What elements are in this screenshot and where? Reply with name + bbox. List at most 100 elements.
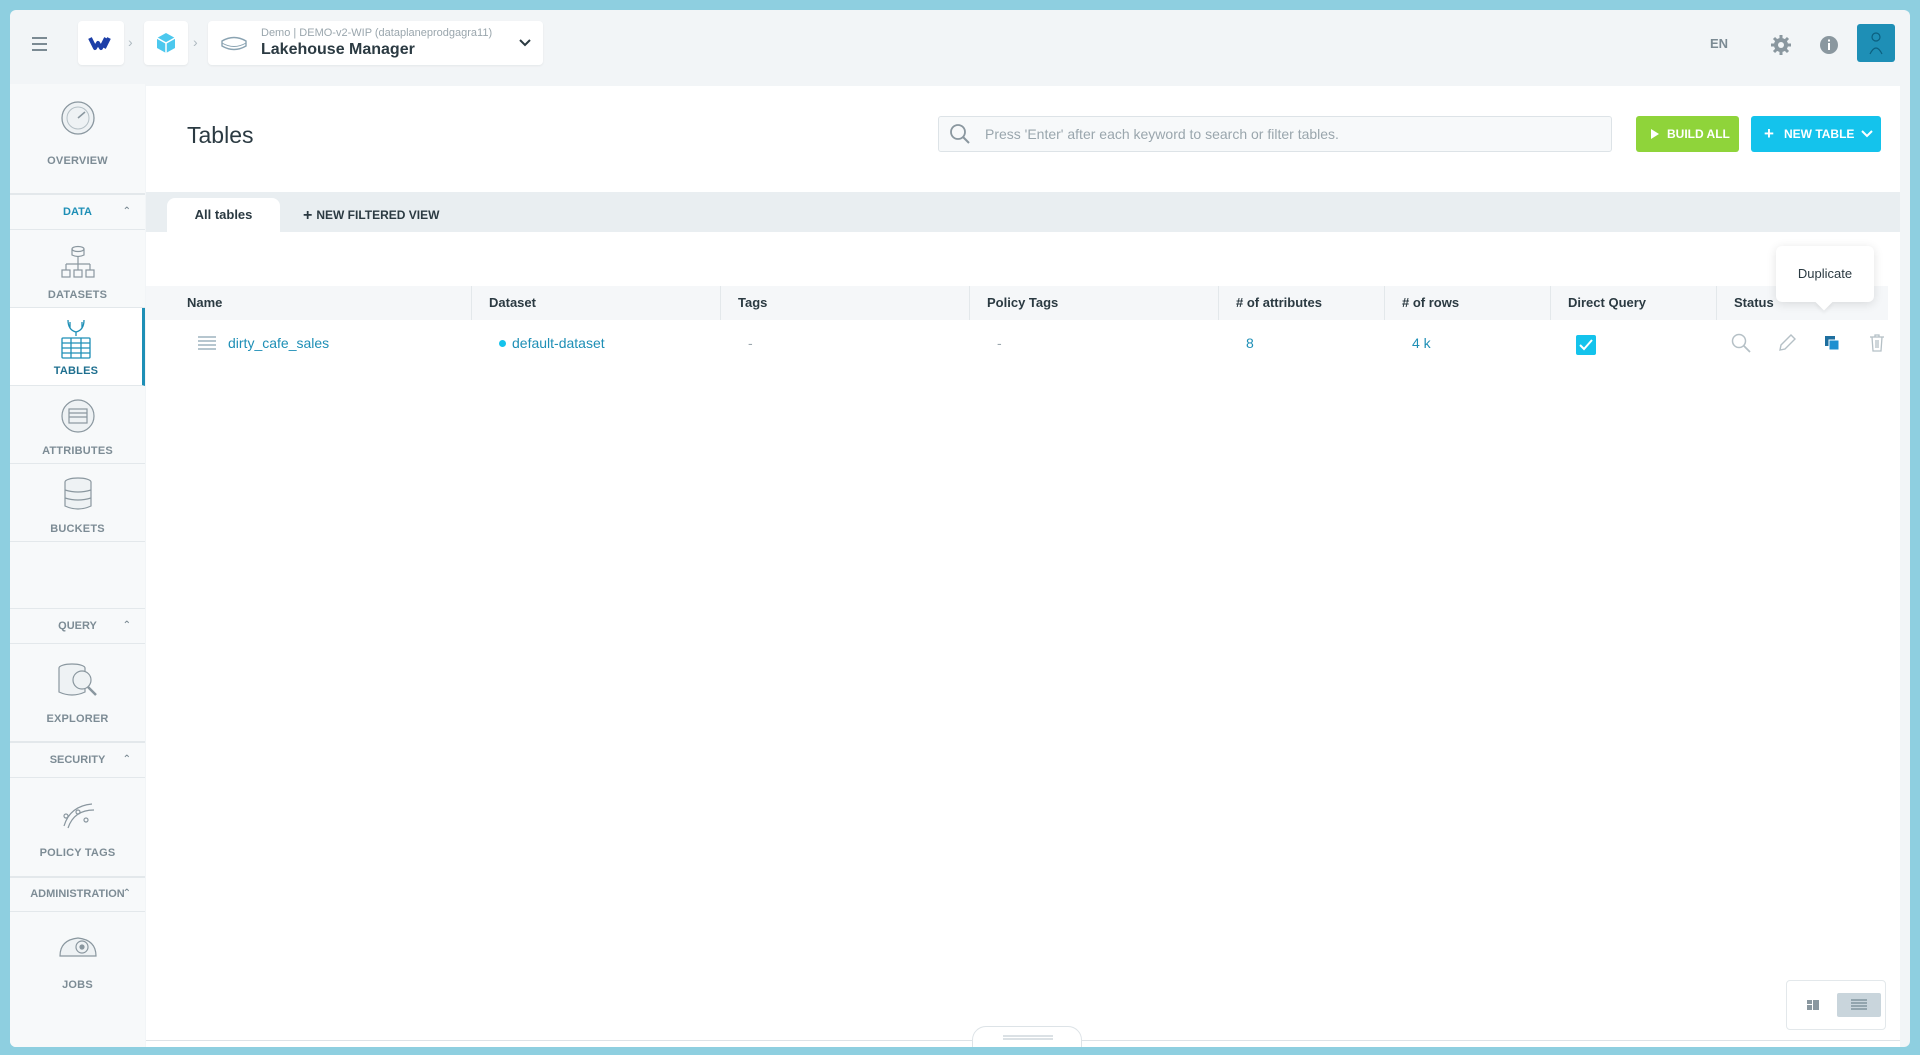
chevron-down-icon <box>1861 130 1873 138</box>
info-icon[interactable] <box>1819 35 1839 55</box>
new-table-button[interactable]: + NEW TABLE <box>1751 116 1881 152</box>
plus-icon: + <box>303 207 313 224</box>
edit-pencil-icon[interactable] <box>1777 333 1797 353</box>
sidebar-item-jobs[interactable]: JOBS <box>10 912 145 1014</box>
sidebar-label: DATASETS <box>47 289 108 301</box>
section-query[interactable]: QUERY ⌃ <box>10 608 145 644</box>
dataset-dot-icon <box>499 340 506 347</box>
column-header-direct-query[interactable]: Direct Query <box>1551 286 1717 320</box>
direct-query-checkbox[interactable] <box>1576 335 1596 355</box>
attributes-count[interactable]: 8 <box>1246 321 1254 365</box>
column-header-attributes[interactable]: # of attributes <box>1219 286 1385 320</box>
chevron-up-icon: ⌃ <box>122 888 131 899</box>
lakehouse-icon <box>221 36 247 51</box>
chevron-up-icon: ⌃ <box>122 620 131 631</box>
gear-icon[interactable] <box>1770 34 1792 56</box>
view-toggle <box>1786 980 1886 1030</box>
sidebar-label: ATTRIBUTES <box>42 445 113 457</box>
sidebar-label: TABLES <box>53 365 99 377</box>
section-label: QUERY <box>58 620 97 632</box>
preview-search-icon[interactable] <box>1731 333 1751 353</box>
table-name-link[interactable]: dirty_cafe_sales <box>228 321 329 365</box>
sidebar-item-buckets[interactable]: BUCKETS <box>10 464 145 542</box>
sidebar-item-explorer[interactable]: EXPLORER <box>10 644 145 742</box>
sidebar-item-attributes[interactable]: ATTRIBUTES <box>10 386 145 464</box>
tab-all-tables[interactable]: All tables <box>167 198 280 232</box>
checkmark-icon <box>1579 339 1593 351</box>
new-table-label: NEW TABLE <box>1784 127 1855 141</box>
drawer-handle[interactable] <box>972 1026 1082 1047</box>
explorer-icon <box>57 663 97 696</box>
attributes-icon <box>60 399 95 433</box>
duplicate-icon[interactable] <box>1822 333 1842 353</box>
section-data[interactable]: DATA ⌃ <box>10 194 145 230</box>
column-header-policy-tags[interactable]: Policy Tags <box>970 286 1219 320</box>
tags-cell: - <box>748 335 753 351</box>
plus-icon: + <box>1764 124 1774 143</box>
menu-icon[interactable] <box>32 33 62 57</box>
breadcrumb-chevron-icon: › <box>193 34 198 50</box>
column-header-name[interactable]: Name <box>170 286 472 320</box>
sidebar-label: EXPLORER <box>46 713 109 725</box>
sidebar-item-overview[interactable]: OVERVIEW <box>10 84 145 194</box>
page-title: Tables <box>187 122 254 148</box>
table-list-icon <box>198 336 216 350</box>
chevron-up-icon: ⌃ <box>122 206 131 217</box>
gauge-icon <box>60 101 95 135</box>
sidebar-label: BUCKETS <box>50 523 105 535</box>
top-bar: › › Demo | DEMO-v2-WIP (dataplaneprodgag… <box>10 10 1910 84</box>
sidebar-label: OVERVIEW <box>47 155 108 167</box>
column-header-tags[interactable]: Tags <box>721 286 970 320</box>
section-label: SECURITY <box>49 754 106 766</box>
duplicate-tooltip: Duplicate <box>1776 246 1874 302</box>
dataset-link[interactable]: default-dataset <box>512 321 605 365</box>
rows-count[interactable]: 4 k <box>1412 321 1431 365</box>
list-view-icon <box>1851 999 1867 1010</box>
build-all-label: BUILD ALL <box>1667 127 1730 141</box>
list-view-button[interactable] <box>1837 993 1881 1017</box>
breadcrumb-chevron-icon: › <box>128 34 133 50</box>
logo-button[interactable] <box>78 21 124 65</box>
table-row[interactable]: dirty_cafe_sales default-dataset - - 8 4… <box>146 321 1888 365</box>
new-filtered-view-label: NEW FILTERED VIEW <box>316 208 440 222</box>
view-tabs: All tables + NEW FILTERED VIEW <box>146 192 1900 232</box>
section-security[interactable]: SECURITY ⌃ <box>10 742 145 778</box>
app-context: Demo | DEMO-v2-WIP (dataplaneprodgagra11… <box>261 27 493 39</box>
search-input[interactable] <box>985 117 1595 151</box>
search-icon <box>950 124 970 144</box>
table-header: Name Dataset Tags Policy Tags # of attri… <box>146 286 1888 320</box>
policy-tags-cell: - <box>997 335 1002 351</box>
search-box <box>938 116 1612 152</box>
sidebar-item-tables[interactable]: TABLES <box>10 308 145 386</box>
app-title: Lakehouse Manager <box>261 41 415 58</box>
sidebar: OVERVIEW DATA ⌃ DATASETS TABLES ATTRIBUT… <box>10 84 145 1047</box>
main-panel: Tables BUILD ALL + NEW TABLE All tables <box>146 86 1900 1047</box>
cube-icon <box>156 33 176 53</box>
section-label: ADMINISTRATION <box>30 888 125 900</box>
datasets-icon <box>60 245 95 278</box>
language-selector[interactable]: EN <box>1710 36 1728 51</box>
new-filtered-view-button[interactable]: + NEW FILTERED VIEW <box>303 198 439 232</box>
section-label: DATA <box>63 206 92 218</box>
tables-icon <box>61 319 91 359</box>
app-window: › › Demo | DEMO-v2-WIP (dataplaneprodgag… <box>10 10 1910 1047</box>
build-all-button[interactable]: BUILD ALL <box>1636 116 1739 152</box>
sidebar-item-policy-tags[interactable]: POLICY TAGS <box>10 778 145 878</box>
user-avatar-icon[interactable] <box>1857 24 1895 62</box>
sidebar-label: JOBS <box>62 979 93 991</box>
delete-trash-icon[interactable] <box>1867 333 1887 353</box>
app-switcher[interactable]: Demo | DEMO-v2-WIP (dataplaneprodgagra11… <box>208 21 543 65</box>
chevron-down-icon[interactable] <box>518 38 532 48</box>
column-header-rows[interactable]: # of rows <box>1385 286 1551 320</box>
grip-icon <box>1003 1035 1053 1040</box>
sidebar-label: POLICY TAGS <box>39 847 116 859</box>
module-button[interactable] <box>144 21 188 65</box>
column-header-dataset[interactable]: Dataset <box>472 286 721 320</box>
play-icon <box>1651 129 1659 139</box>
section-administration[interactable]: ADMINISTRATION ⌃ <box>10 876 145 912</box>
logo-icon <box>88 37 111 50</box>
grid-view-icon <box>1807 1000 1819 1010</box>
grid-view-button[interactable] <box>1791 993 1835 1017</box>
policy-tags-icon <box>62 803 94 829</box>
sidebar-item-datasets[interactable]: DATASETS <box>10 230 145 308</box>
